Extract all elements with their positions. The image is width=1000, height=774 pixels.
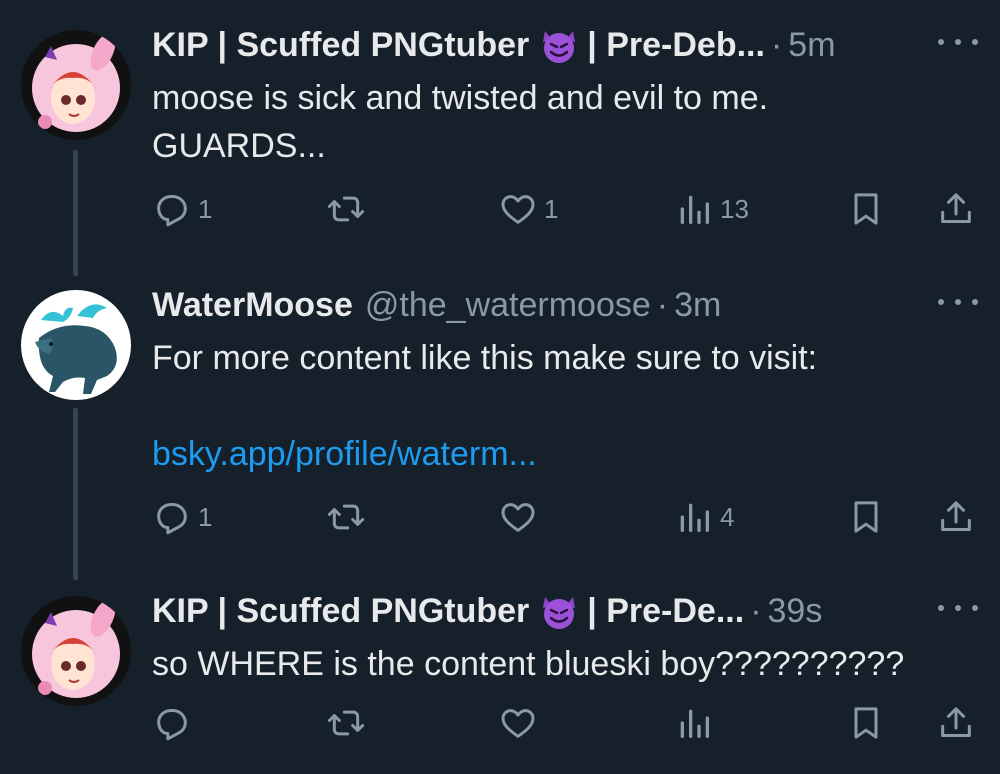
retweet-button[interactable] — [326, 184, 372, 234]
bookmark-icon — [854, 707, 878, 739]
action-bar: 1 1 13 — [0, 184, 1000, 234]
retweet-icon — [327, 504, 365, 530]
views-icon — [680, 709, 709, 738]
display-name-suffix[interactable]: | Pre-De... — [587, 592, 744, 631]
retweet-icon — [327, 710, 365, 736]
like-button[interactable] — [498, 698, 544, 748]
tweet-text: For more content like this make sure to … — [152, 339, 818, 377]
views-button[interactable]: 4 — [674, 492, 734, 542]
user-handle[interactable]: @the_watermoose — [365, 286, 651, 325]
views-icon — [680, 195, 709, 224]
action-bar — [0, 698, 1000, 748]
display-name[interactable]: WaterMoose — [152, 286, 353, 325]
tweet-text: so WHERE is the content blueski boy?????… — [152, 645, 905, 683]
retweet-button[interactable] — [326, 698, 372, 748]
tweet-text: moose is sick and twisted and evil to me… — [152, 79, 769, 165]
heart-icon — [501, 709, 535, 738]
more-icon[interactable] — [938, 32, 978, 52]
share-button[interactable] — [936, 184, 976, 234]
avatar-kip[interactable] — [21, 30, 131, 140]
views-count: 13 — [720, 193, 749, 224]
separator-dot: · — [770, 25, 783, 64]
like-button[interactable]: 1 — [498, 184, 558, 234]
retweet-button[interactable] — [326, 492, 372, 542]
reply-count: 1 — [198, 501, 213, 532]
reply-icon — [157, 195, 187, 227]
separator-dot: · — [750, 591, 762, 630]
views-count: 4 — [720, 501, 735, 532]
like-button[interactable] — [498, 492, 544, 542]
bookmark-button[interactable] — [846, 492, 886, 542]
separator-dot: · — [656, 285, 669, 324]
bookmark-icon — [854, 501, 878, 533]
tweet[interactable]: KIP | Scuffed PNGtuber | Pre-De... · 39s… — [0, 586, 1000, 774]
tweet-header: WaterMoose @the_watermoose · 3m — [152, 280, 721, 330]
reply-icon — [157, 709, 187, 741]
share-button[interactable] — [936, 698, 976, 748]
bookmark-button[interactable] — [846, 184, 886, 234]
reply-button[interactable]: 1 — [152, 184, 212, 234]
more-icon[interactable] — [938, 598, 978, 618]
heart-icon — [501, 503, 535, 532]
share-button[interactable] — [936, 492, 976, 542]
avatar-kip[interactable] — [21, 596, 131, 706]
share-icon — [941, 193, 971, 223]
avatar-watermoose[interactable] — [21, 290, 131, 400]
profile-link[interactable]: bsky.app/profile/waterm... — [152, 430, 537, 478]
views-icon — [680, 503, 709, 532]
action-bar: 1 4 — [0, 492, 1000, 542]
reply-icon — [157, 503, 187, 535]
smiling-devil-emoji — [539, 591, 579, 631]
like-count: 1 — [544, 193, 559, 224]
timestamp[interactable]: 39s — [768, 592, 823, 631]
more-icon[interactable] — [938, 292, 978, 312]
heart-icon — [501, 195, 535, 224]
share-icon — [941, 501, 971, 531]
reply-button[interactable]: 1 — [152, 492, 212, 542]
tweet[interactable]: KIP | Scuffed PNGtuber | Pre-Deb... · 5m… — [0, 20, 1000, 270]
share-icon — [941, 707, 971, 737]
display-name[interactable]: KIP | Scuffed PNGtuber — [152, 592, 529, 631]
bookmark-button[interactable] — [846, 698, 886, 748]
tweet-header: KIP | Scuffed PNGtuber | Pre-Deb... · 5m — [152, 20, 836, 70]
tweet[interactable]: WaterMoose @the_watermoose · 3m For more… — [0, 280, 1000, 570]
retweet-icon — [327, 196, 365, 222]
bookmark-icon — [854, 193, 878, 225]
smiling-devil-emoji — [539, 25, 579, 65]
timestamp[interactable]: 5m — [788, 26, 835, 65]
views-button[interactable]: 13 — [674, 184, 749, 234]
display-name[interactable]: KIP | Scuffed PNGtuber — [152, 26, 529, 65]
tweet-header: KIP | Scuffed PNGtuber | Pre-De... · 39s — [152, 586, 822, 636]
views-button[interactable] — [674, 698, 720, 748]
timestamp[interactable]: 3m — [674, 286, 721, 325]
display-name-suffix[interactable]: | Pre-Deb... — [587, 26, 765, 65]
reply-count: 1 — [198, 193, 213, 224]
reply-button[interactable] — [152, 698, 198, 748]
